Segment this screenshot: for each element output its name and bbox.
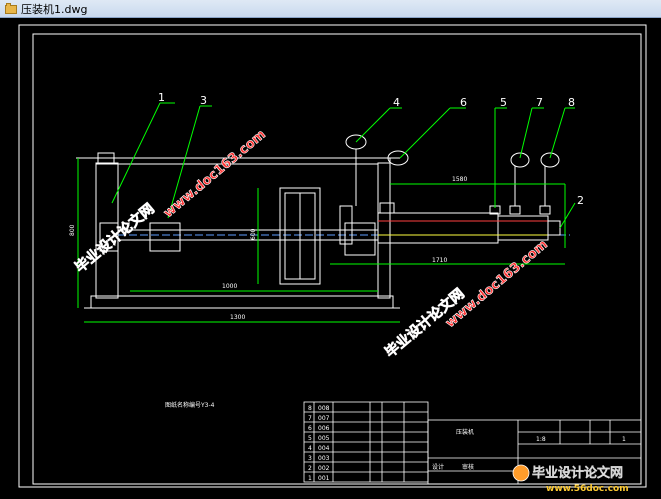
- title-block-designer: 设计: [432, 463, 444, 471]
- title-block-scale: 1:8: [536, 436, 546, 443]
- bom-no-6: 6: [308, 425, 312, 432]
- bom-code-2: 002: [318, 465, 330, 472]
- dim-overall-height: 800: [69, 224, 76, 236]
- site-logo: 毕业设计论文网 www.56doc.com: [512, 464, 629, 494]
- bom-code-3: 003: [318, 455, 330, 462]
- watermark-cn-1: 毕业设计论文网: [72, 200, 158, 276]
- right-column: [377, 162, 391, 299]
- bom-no-4: 4: [308, 445, 312, 452]
- bom-code-5: 005: [318, 435, 330, 442]
- window-title: 压装机1.dwg: [21, 2, 88, 16]
- bom-code-7: 007: [318, 415, 330, 422]
- drawing-caption: 图纸名称编号Y3-4: [165, 401, 215, 409]
- bom-no-5: 5: [308, 435, 312, 442]
- dim-base: 1300: [230, 314, 245, 321]
- drawing-canvas[interactable]: 1 3 4 6 5 7 8 2 800 1580 1710 1000 1300 …: [0, 18, 661, 495]
- base-plate: [90, 295, 394, 309]
- bom-no-7: 7: [308, 415, 312, 422]
- part-label-6: 6: [460, 96, 467, 109]
- bom-code-8: 008: [318, 405, 330, 412]
- part-label-7: 7: [536, 96, 543, 109]
- bom-code-6: 006: [318, 425, 330, 432]
- logo-text-cn: 毕业设计论文网: [532, 465, 623, 481]
- dim-lower-span: 1710: [432, 257, 447, 264]
- title-block-reviewer: 审核: [462, 463, 474, 471]
- cylinder: [377, 212, 499, 244]
- part-label-3: 3: [200, 94, 207, 107]
- bom-no-3: 3: [308, 455, 312, 462]
- part-label-5: 5: [500, 96, 507, 109]
- part-label-4: 4: [393, 96, 400, 109]
- bom-no-1: 1: [308, 475, 312, 482]
- part-label-8: 8: [568, 96, 575, 109]
- watermark-url-2: www.doc163.com: [443, 237, 551, 331]
- bom-code-4: 004: [318, 445, 330, 452]
- part-label-1: 1: [158, 91, 165, 104]
- logo-text-url: www.56doc.com: [546, 484, 629, 494]
- title-block-name: 压装机: [456, 428, 474, 436]
- bom-code-1: 001: [318, 475, 330, 482]
- dim-inner: 1000: [222, 283, 237, 290]
- watermarks: 毕业设计论文网 www.doc163.com 毕业设计论文网 www.doc16…: [71, 127, 551, 362]
- part-label-2: 2: [577, 194, 584, 207]
- dim-wheel: 600: [250, 228, 257, 240]
- logo-icon: [512, 464, 530, 482]
- inner-frame: [32, 33, 642, 485]
- title-block-sheet: 1: [622, 436, 626, 443]
- hub: [149, 222, 181, 252]
- dim-top-span: 1580: [452, 176, 467, 183]
- cad-drawing: 1 3 4 6 5 7 8 2 800 1580 1710 1000 1300 …: [18, 24, 647, 494]
- watermark-url-1: www.doc163.com: [161, 127, 269, 221]
- bom-no-2: 2: [308, 465, 312, 472]
- window-titlebar: 压装机1.dwg: [0, 0, 661, 18]
- bom-no-8: 8: [308, 405, 312, 412]
- outer-frame: [18, 24, 647, 488]
- folder-icon: [5, 2, 17, 15]
